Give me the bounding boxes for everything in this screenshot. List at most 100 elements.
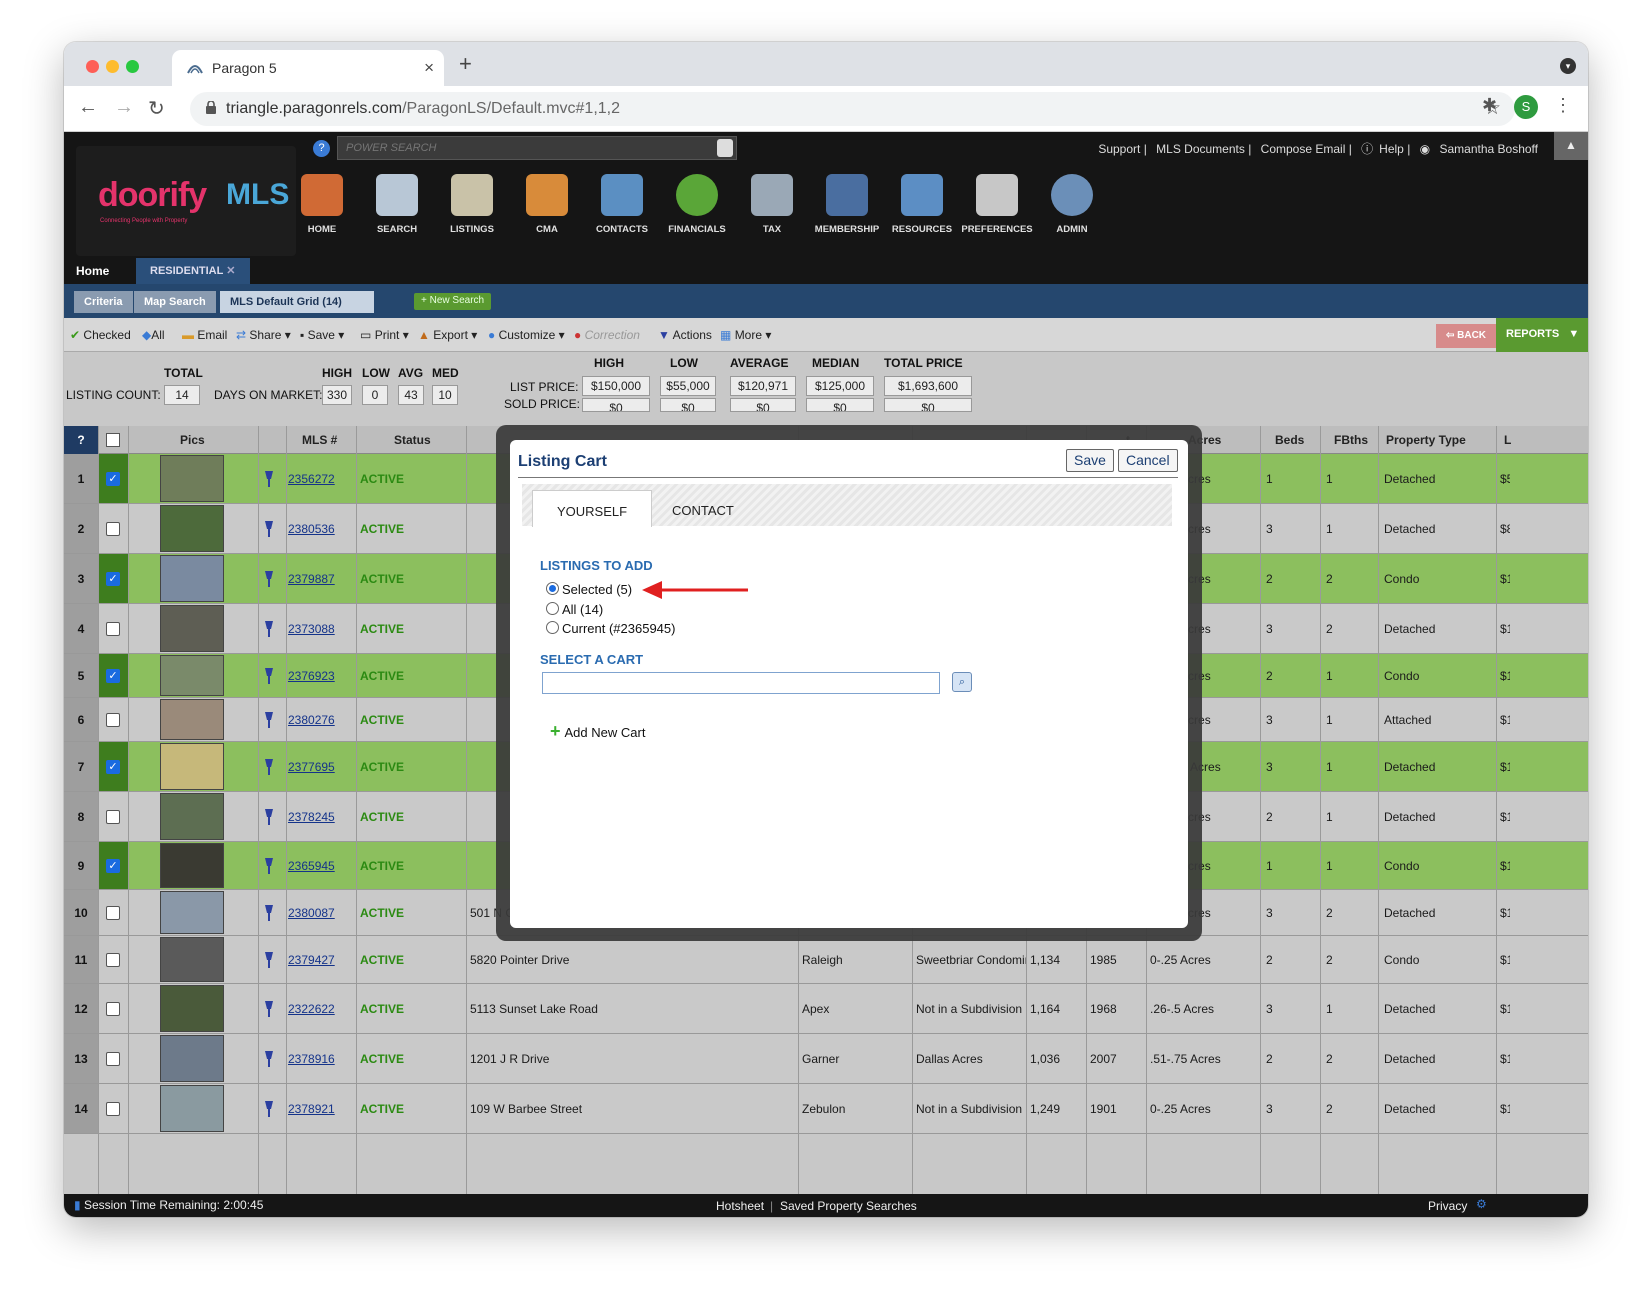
cancel-button[interactable]: Cancel — [1118, 449, 1178, 472]
tab-yourself[interactable]: YOURSELF — [532, 490, 653, 527]
row-checkbox[interactable] — [106, 953, 120, 967]
row-checkbox[interactable] — [106, 1052, 120, 1066]
nav-contacts[interactable]: CONTACTS — [586, 174, 658, 235]
back-arrow-icon[interactable]: ← — [78, 96, 98, 119]
maximize-window-button[interactable] — [126, 60, 139, 73]
grid-help-button[interactable]: ? — [64, 426, 98, 454]
map-pin-icon[interactable] — [264, 521, 274, 537]
map-pin-icon[interactable] — [264, 668, 274, 684]
listing-photo[interactable] — [160, 505, 224, 552]
map-pin-icon[interactable] — [264, 759, 274, 775]
tab-criteria[interactable]: Criteria — [74, 291, 133, 313]
row-checkbox[interactable]: ✓ — [106, 669, 120, 683]
listing-photo[interactable] — [160, 843, 224, 888]
user-avatar-icon[interactable]: ◉ — [1420, 142, 1430, 156]
cart-select-input[interactable] — [542, 672, 940, 694]
tab-map-search[interactable]: Map Search — [134, 291, 216, 313]
map-pin-icon[interactable] — [264, 712, 274, 728]
nav-resources[interactable]: RESOURCES — [886, 174, 958, 235]
saved-searches-link[interactable]: Saved Property Searches — [780, 1199, 917, 1213]
radio-all[interactable] — [546, 602, 559, 615]
tab-mls-default-grid[interactable]: MLS Default Grid (14) — [220, 291, 374, 313]
row-checkbox[interactable]: ✓ — [106, 572, 120, 586]
checked-button[interactable]: ✔ Checked — [70, 328, 131, 342]
listing-photo[interactable] — [160, 891, 224, 934]
row-checkbox[interactable]: ✓ — [106, 760, 120, 774]
col-property-type[interactable]: Property Type — [1386, 433, 1466, 447]
tab-contact[interactable]: CONTACT — [648, 490, 758, 527]
settings-gear-icon[interactable]: ⚙ — [1476, 1197, 1487, 1211]
power-search-input[interactable] — [338, 137, 710, 159]
browser-tab[interactable]: Paragon 5 × — [172, 50, 444, 86]
close-window-button[interactable] — [86, 60, 99, 73]
col-beds[interactable]: Beds — [1275, 433, 1304, 447]
add-new-cart-button[interactable]: + Add New Cart — [550, 721, 645, 742]
export-button[interactable]: ▲ Export ▾ — [418, 328, 477, 342]
mls-number-link[interactable]: 2378921 — [288, 1102, 335, 1116]
mls-documents-link[interactable]: MLS Documents — [1156, 142, 1245, 156]
radio-selected[interactable] — [546, 582, 559, 595]
tab-search-icon[interactable]: ▾ — [1560, 58, 1576, 74]
email-button[interactable]: ▬ Email — [182, 328, 227, 342]
row-checkbox[interactable]: ✓ — [106, 859, 120, 873]
share-button[interactable]: ⇄ Share ▾ — [236, 328, 291, 342]
mls-number-link[interactable]: 2378916 — [288, 1052, 335, 1066]
nav-preferences[interactable]: PREFERENCES — [961, 174, 1033, 235]
customize-button[interactable]: ● Customize ▾ — [488, 328, 565, 342]
nav-cma[interactable]: CMA — [511, 174, 583, 235]
table-row[interactable]: 12 2322622 ACTIVE 5113 Sunset Lake Road Apex… — [64, 984, 1588, 1034]
mls-number-link[interactable]: 2380276 — [288, 713, 335, 727]
row-checkbox[interactable] — [106, 1002, 120, 1016]
mls-number-link[interactable]: 2379427 — [288, 953, 335, 967]
row-checkbox[interactable] — [106, 522, 120, 536]
collapse-header-icon[interactable]: ▲ — [1554, 132, 1588, 160]
mls-number-link[interactable]: 2373088 — [288, 622, 335, 636]
row-checkbox[interactable] — [106, 1102, 120, 1116]
table-row[interactable]: 11 2379427 ACTIVE 5820 Pointer Drive Raleigh… — [64, 936, 1588, 984]
map-pin-icon[interactable] — [264, 1001, 274, 1017]
listing-photo[interactable] — [160, 455, 224, 502]
listing-photo[interactable] — [160, 1035, 224, 1082]
search-help-icon[interactable]: ? — [313, 140, 330, 157]
mls-number-link[interactable]: 2377695 — [288, 760, 335, 774]
print-button[interactable]: ▭ Print ▾ — [360, 328, 409, 342]
hotsheet-link[interactable]: Hotsheet — [716, 1199, 764, 1213]
mls-number-link[interactable]: 2379887 — [288, 572, 335, 586]
help-circle-icon[interactable]: ⓘ — [1361, 142, 1373, 156]
profile-avatar[interactable]: S — [1514, 95, 1538, 119]
select-all-checkbox[interactable] — [106, 433, 120, 447]
map-pin-icon[interactable] — [264, 858, 274, 874]
table-row[interactable]: 13 2378916 ACTIVE 1201 J R Drive Garner Dalla… — [64, 1034, 1588, 1084]
nav-membership[interactable]: MEMBERSHIP — [811, 174, 883, 235]
listing-photo[interactable] — [160, 1085, 224, 1132]
listing-photo[interactable] — [160, 985, 224, 1032]
new-tab-icon[interactable]: + — [459, 51, 472, 77]
mls-number-link[interactable]: 2378245 — [288, 810, 335, 824]
privacy-link[interactable]: Privacy — [1428, 1199, 1467, 1213]
listing-photo[interactable] — [160, 655, 224, 696]
user-name[interactable]: Samantha Boshoff — [1439, 142, 1538, 156]
mls-number-link[interactable]: 2380536 — [288, 522, 335, 536]
save-button[interactable]: ▪ Save ▾ — [300, 328, 344, 342]
browser-menu-icon[interactable]: ⋮ — [1554, 95, 1572, 116]
map-pin-icon[interactable] — [264, 952, 274, 968]
listing-photo[interactable] — [160, 743, 224, 790]
nav-search[interactable]: SEARCH — [361, 174, 433, 235]
extensions-icon[interactable]: ✱ — [1482, 95, 1497, 116]
nav-financials[interactable]: FINANCIALS — [661, 174, 733, 235]
close-tab-icon[interactable]: ✕ — [226, 265, 235, 277]
table-row[interactable]: 14 2378921 ACTIVE 109 W Barbee Street Zebulo… — [64, 1084, 1588, 1134]
listing-photo[interactable] — [160, 605, 224, 652]
listing-photo[interactable] — [160, 937, 224, 982]
microphone-icon[interactable] — [717, 139, 733, 157]
more-button[interactable]: ▦ More ▾ — [720, 328, 771, 342]
mls-number-link[interactable]: 2322622 — [288, 1002, 335, 1016]
mls-number-link[interactable]: 2376923 — [288, 669, 335, 683]
row-checkbox[interactable]: ✓ — [106, 472, 120, 486]
nav-admin[interactable]: ADMIN — [1036, 174, 1108, 235]
mls-number-link[interactable]: 2365945 — [288, 859, 335, 873]
new-search-button[interactable]: + New Search — [414, 293, 492, 310]
all-button[interactable]: ◆All — [142, 328, 165, 342]
nav-home[interactable]: HOME — [286, 174, 358, 235]
map-pin-icon[interactable] — [264, 1051, 274, 1067]
